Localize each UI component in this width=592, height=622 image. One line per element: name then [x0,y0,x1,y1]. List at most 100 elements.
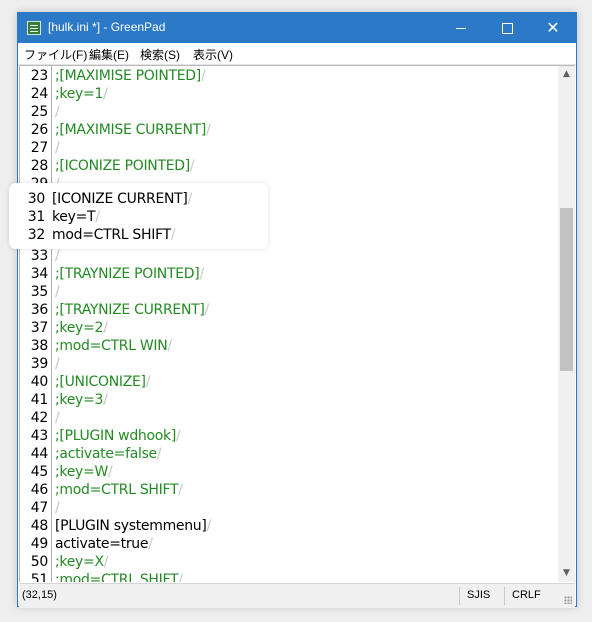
line-text: ;key=X/ [55,553,109,571]
line-number: 34 [30,266,49,282]
line-text: ;mod=CTRL SHIFT/ [55,571,183,582]
line-text: ;[TRAYNIZE CURRENT]/ [55,301,209,319]
line-number: 25 [30,104,49,120]
vertical-scrollbar[interactable]: ▲ ▼ [558,66,575,582]
close-icon: ✕ [546,18,560,37]
menu-view[interactable]: 表示(V) [193,46,233,63]
line-text: ;mod=CTRL SHIFT/ [55,481,183,499]
line-number: 32 [27,227,46,243]
chevron-down-icon: ▼ [563,568,570,578]
eol-marker: / [199,266,204,282]
line-text: activate=true/ [55,535,153,553]
line-number: 48 [30,518,49,534]
menu-edit[interactable]: 編集(E) [89,46,129,63]
line-text: / [55,247,60,265]
close-button[interactable]: ✕ [530,13,576,43]
line-number: 49 [30,536,49,552]
eol-marker: / [108,464,113,480]
title-bar[interactable]: [hulk.ini *] - GreenPad ✕ [18,13,576,43]
line-number: 47 [30,500,49,516]
line-text: ;key=2/ [55,319,108,337]
line-text: ;activate=false/ [55,445,162,463]
status-divider [459,587,460,605]
menu-bar: ファイル(F) 編集(E) 検索(S) 表示(V) [18,43,576,65]
line-number: 51 [30,572,49,582]
line-text: ;[UNICONIZE]/ [55,373,150,391]
line-text: ;mod=CTRL WIN/ [55,337,172,355]
scrollbar-thumb[interactable] [560,208,573,371]
eol-marker: / [145,374,151,390]
line-text: mod=CTRL SHIFT/ [52,226,176,244]
line-text: ;key=1/ [55,85,108,103]
eol-marker: / [103,320,108,336]
line-number: 28 [30,158,49,174]
menu-search[interactable]: 検索(S) [140,46,180,63]
line-text: / [55,283,60,301]
status-bar: (32,15) SJIS CRLF [19,583,575,608]
eol-marker: / [103,86,108,102]
resize-grip-icon[interactable] [564,596,572,604]
line-content: ;key=3 [55,392,104,408]
eol-marker: / [55,356,60,372]
minimize-button[interactable] [438,13,484,43]
line-number: 27 [30,140,49,156]
eol-marker: / [206,122,211,138]
line-content: ;[TRAYNIZE POINTED] [55,266,200,282]
line-content: mod=CTRL SHIFT [52,227,171,243]
line-content: ;mod=CTRL SHIFT [55,482,179,498]
chevron-up-icon: ▲ [563,69,570,79]
line-number: 26 [30,122,49,138]
line-text: / [55,355,60,373]
line-text: / [55,499,60,517]
line-content: [ICONIZE CURRENT] [52,191,188,207]
greenpad-app-icon [27,21,41,35]
scroll-down-button[interactable]: ▼ [558,565,575,582]
line-ending-indicator: CRLF [512,589,541,601]
line-number: 38 [30,338,49,354]
line-content: key=T [52,209,96,225]
eol-marker: / [55,104,60,120]
eol-marker: / [103,392,108,408]
eol-marker: / [55,248,60,264]
greenpad-window: [hulk.ini *] - GreenPad ✕ ファイル(F) 編集(E) … [17,12,577,608]
eol-marker: / [167,338,172,354]
maximize-button[interactable] [484,13,530,43]
line-text: ;[ICONIZE POINTED]/ [55,157,195,175]
eol-marker: / [200,68,206,84]
eol-marker: / [204,302,210,318]
scroll-up-button[interactable]: ▲ [558,66,575,83]
line-content: activate=true [55,536,149,552]
line-text: ;[TRAYNIZE POINTED]/ [55,265,204,283]
line-content: ;[MAXIMISE CURRENT] [55,122,207,138]
line-number: 36 [30,302,49,318]
line-number: 41 [30,392,49,408]
line-text: ;key=W/ [55,463,113,481]
maximize-icon [501,22,513,34]
eol-marker: / [103,554,109,570]
text-editor-area[interactable]: 23 ;[MAXIMISE POINTED]/24 ;key=1/25/26 ;[MA… [19,65,575,582]
line-number: 35 [30,284,49,300]
eol-marker: / [55,500,60,516]
eol-marker: / [187,191,193,207]
line-number: 43 [30,428,49,444]
line-content: ;[TRAYNIZE CURRENT] [55,302,205,318]
line-text: / [55,139,60,157]
eol-marker: / [170,227,176,243]
line-number: 40 [30,374,49,390]
line-text: / [55,103,60,121]
line-text: key=T/ [52,208,100,226]
cursor-position: (32,15) [22,589,57,601]
eol-marker: / [55,410,60,426]
line-number: 46 [30,482,49,498]
menu-file[interactable]: ファイル(F) [24,46,87,63]
line-content: ;key=1 [55,86,104,102]
eol-marker: / [156,446,162,462]
line-number: 37 [30,320,49,336]
eol-marker: / [178,482,183,498]
line-content: ;activate=false [55,446,157,462]
line-number: 23 [30,68,49,84]
line-number: 39 [30,356,49,372]
eol-marker: / [55,140,60,156]
line-content: ;key=X [55,554,104,570]
eol-marker: / [206,518,212,534]
